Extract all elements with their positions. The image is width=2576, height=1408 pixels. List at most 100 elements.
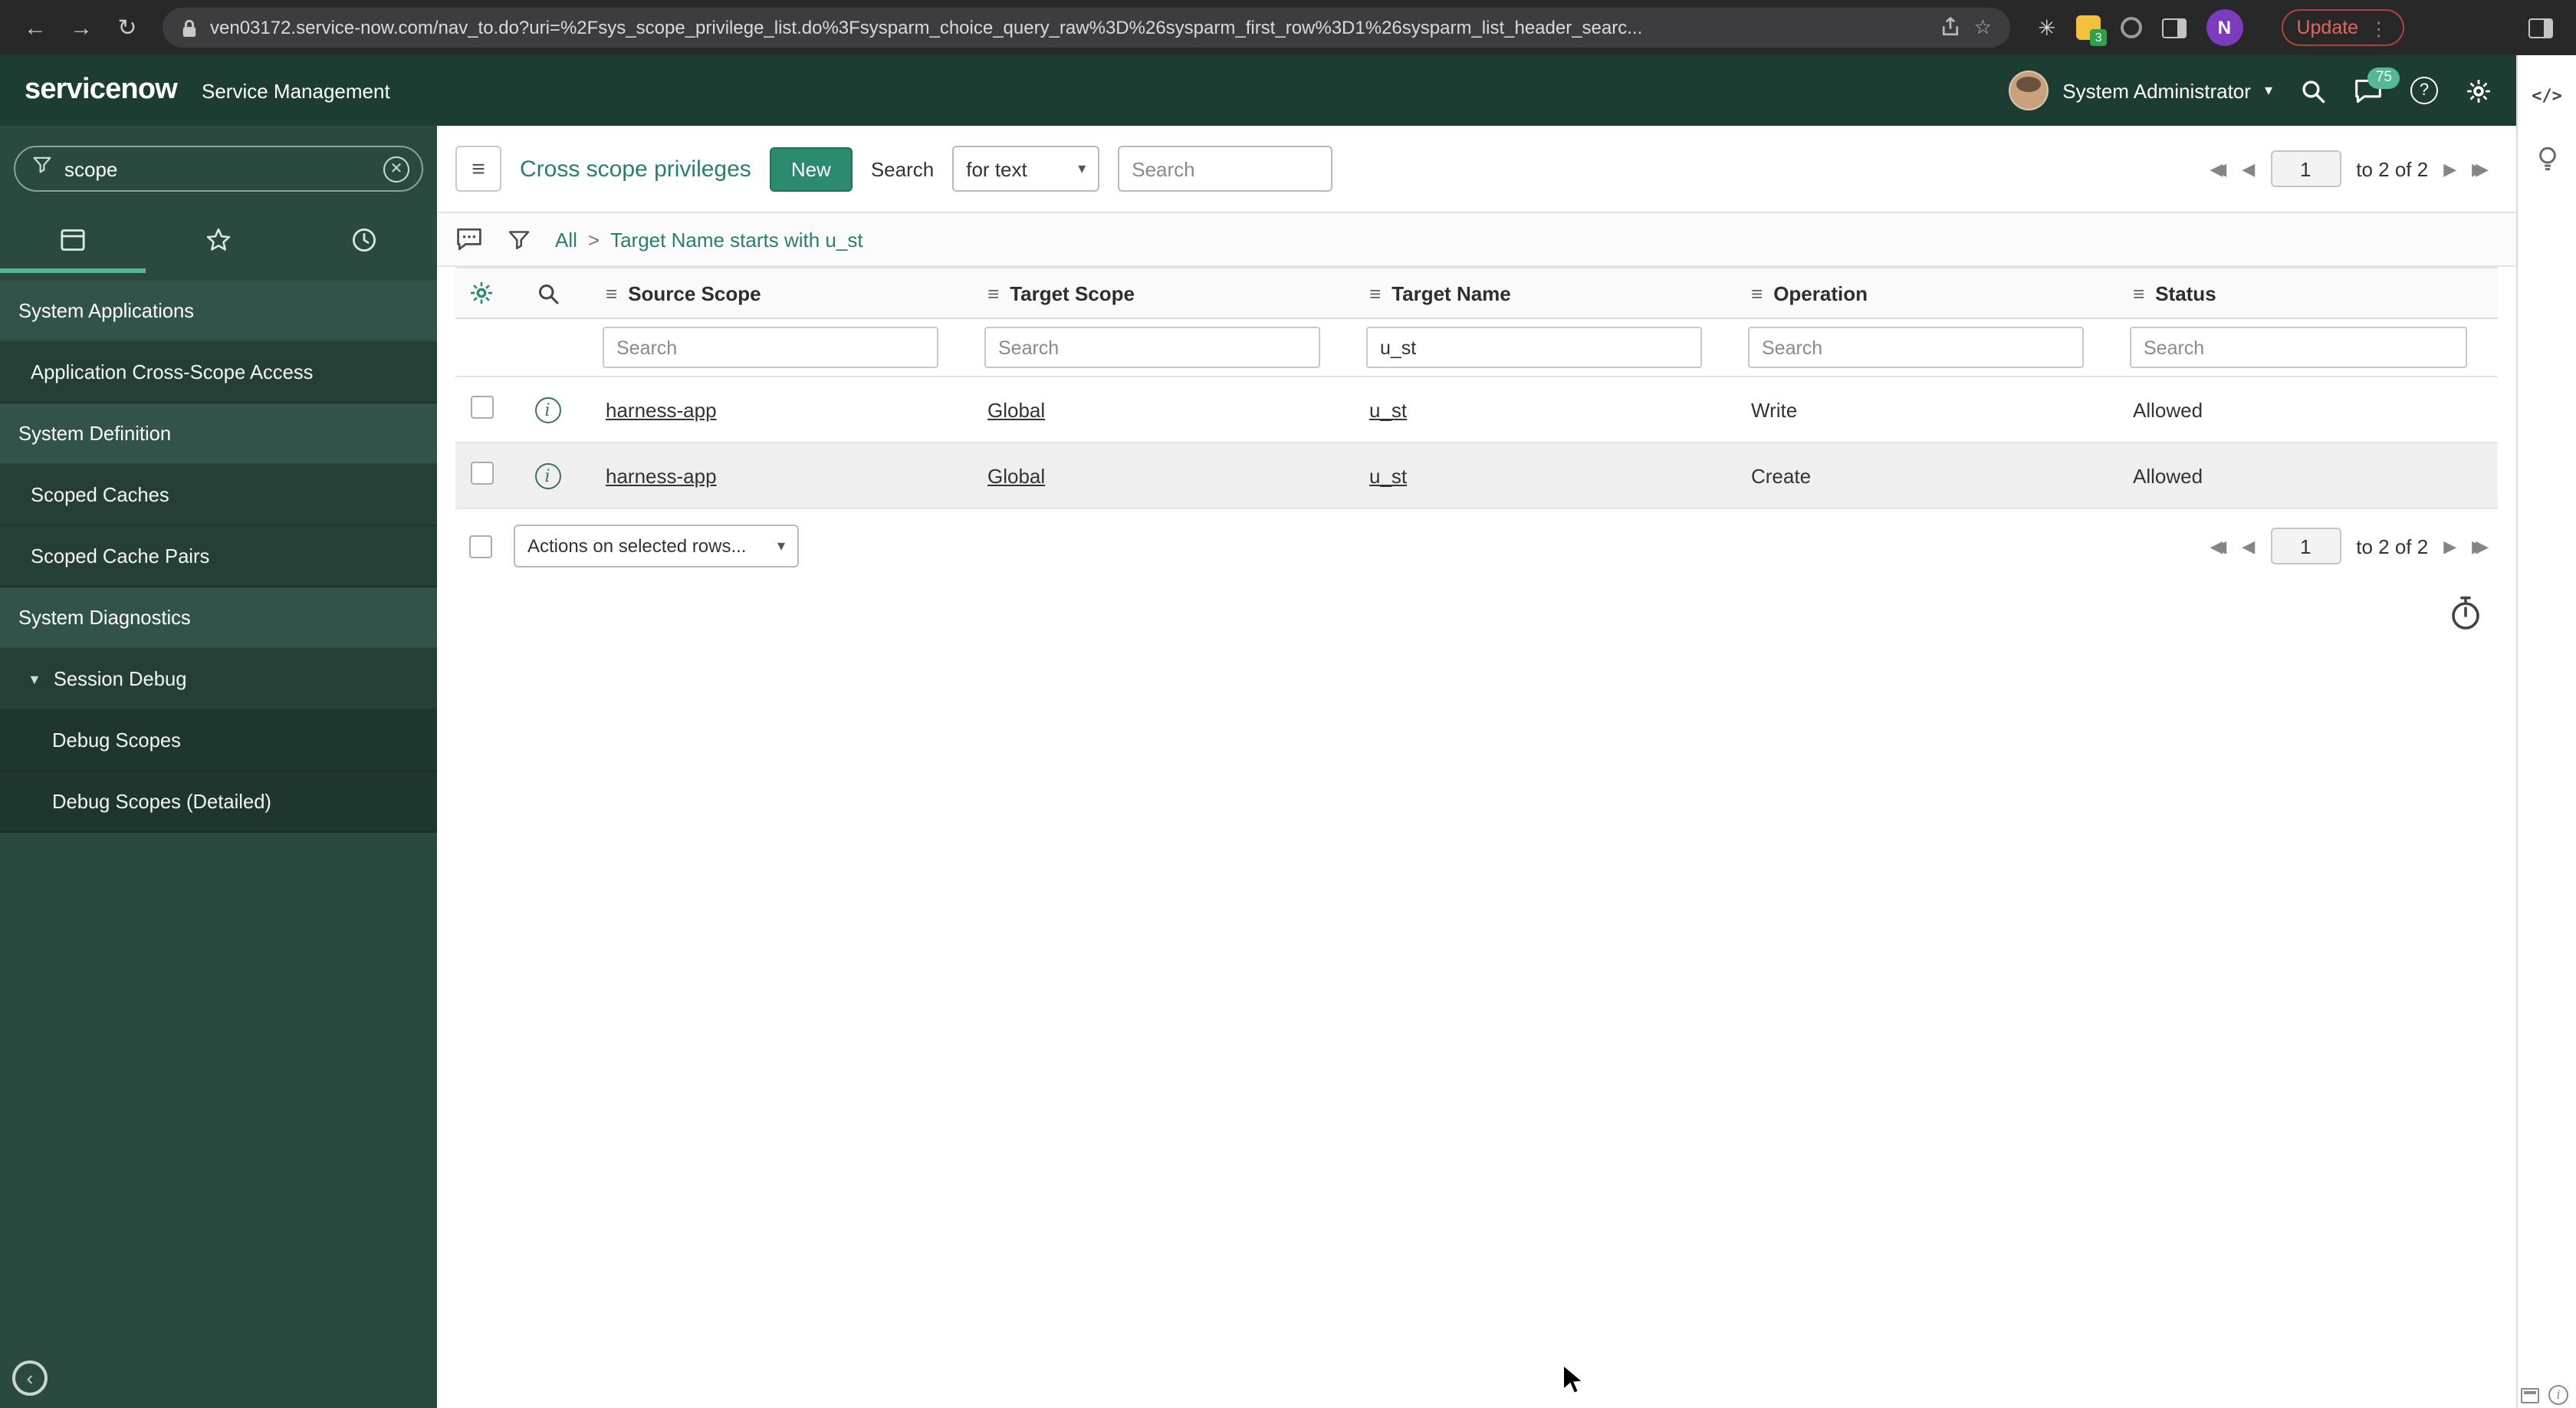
filter-input-target-name[interactable] xyxy=(1366,327,1702,368)
global-search-icon[interactable] xyxy=(2300,77,2326,104)
previous-page-icon[interactable]: ◀ xyxy=(2242,536,2255,556)
status-window-icon[interactable] xyxy=(2521,1387,2539,1403)
clear-filter-icon[interactable]: ✕ xyxy=(383,156,409,182)
column-search-icon[interactable] xyxy=(536,282,559,305)
user-menu[interactable]: System Administrator ▾ xyxy=(2009,71,2272,110)
first-page-icon[interactable]: ◀◀ xyxy=(2210,536,2226,556)
row-checkbox[interactable] xyxy=(470,462,493,485)
column-menu-icon[interactable]: ≡ xyxy=(606,281,617,304)
extensions-area: ✳ 3 N Update ⋮ xyxy=(2038,9,2404,46)
browser-profile-avatar[interactable]: N xyxy=(2206,9,2243,46)
sidebar-item-debug-scopes-detailed[interactable]: Debug Scopes (Detailed) xyxy=(0,771,437,833)
browser-sidebar-toggle-icon[interactable] xyxy=(2521,8,2561,48)
cell-source-scope-link[interactable]: harness-app xyxy=(606,398,717,421)
sidebar-item-session-debug[interactable]: ▼ Session Debug xyxy=(0,649,437,710)
breadcrumb-filter-link[interactable]: Target Name starts with u_st xyxy=(610,228,863,251)
url-text: ven03172.service-now.com/nav_to.do?uri=%… xyxy=(210,17,1643,38)
filter-input-status[interactable] xyxy=(2130,327,2467,368)
first-page-icon[interactable]: ◀◀ xyxy=(2210,159,2226,179)
browser-menu-icon[interactable]: ⋮ xyxy=(2369,16,2388,39)
filter-input-target-scope[interactable] xyxy=(984,327,1320,368)
column-header-operation[interactable]: ≡ Operation xyxy=(1733,268,2114,318)
page-number-input[interactable]: 1 xyxy=(2270,528,2341,564)
next-page-icon[interactable]: ▶ xyxy=(2443,536,2456,556)
extension-icon[interactable] xyxy=(2120,17,2142,38)
sidebar-item-label: Debug Scopes (Detailed) xyxy=(52,790,271,813)
column-header-source-scope[interactable]: ≡ Source Scope xyxy=(587,268,969,318)
conversations-icon[interactable]: 75 xyxy=(2354,67,2400,104)
table-row[interactable]: i harness-app Global u_st Create Allowed xyxy=(455,442,2498,508)
list-search-input[interactable] xyxy=(1118,146,1333,192)
collapse-sidebar-button[interactable]: ‹ xyxy=(12,1360,48,1396)
table-row[interactable]: i harness-app Global u_st Write Allowed xyxy=(455,377,2498,442)
side-panel-icon[interactable] xyxy=(2161,18,2187,38)
cell-target-scope-link[interactable]: Global xyxy=(987,398,1045,421)
breadcrumb-all-link[interactable]: All xyxy=(555,228,577,251)
cell-target-name-link[interactable]: u_st xyxy=(1369,398,1407,421)
sparkle-extension-icon[interactable]: ✳ xyxy=(2038,15,2055,41)
code-icon[interactable]: </> xyxy=(2532,86,2562,106)
sidebar-item-debug-scopes[interactable]: Debug Scopes xyxy=(0,710,437,771)
column-menu-icon[interactable]: ≡ xyxy=(1751,281,1763,304)
personalize-list-gear-icon[interactable] xyxy=(469,281,494,306)
record-preview-icon[interactable]: i xyxy=(534,396,560,423)
help-icon[interactable]: ? xyxy=(2410,77,2438,104)
browser-forward-icon[interactable]: → xyxy=(61,8,101,48)
column-menu-icon[interactable]: ≡ xyxy=(2133,281,2144,304)
filter-funnel-icon xyxy=(32,155,52,183)
sidebar-item-system-applications[interactable]: System Applications xyxy=(0,281,437,342)
tab-history[interactable] xyxy=(291,212,437,273)
bookmark-star-icon[interactable]: ☆ xyxy=(1974,15,1992,40)
cell-operation: Write xyxy=(1751,398,1798,421)
column-header-target-scope[interactable]: ≡ Target Scope xyxy=(969,268,1351,318)
pagination-bottom: ◀◀ ◀ 1 to 2 of 2 ▶ ▶▶ xyxy=(2210,528,2489,564)
settings-gear-icon[interactable] xyxy=(2466,77,2492,104)
cell-target-scope-link[interactable]: Global xyxy=(987,464,1045,487)
browser-back-icon[interactable]: ← xyxy=(15,8,55,48)
lightbulb-icon[interactable] xyxy=(2535,146,2558,178)
column-header-target-name[interactable]: ≡ Target Name xyxy=(1351,268,1733,318)
column-menu-icon[interactable]: ≡ xyxy=(987,281,999,304)
comments-icon[interactable] xyxy=(455,227,483,252)
screen: ← → ↻ ven03172.service-now.com/nav_to.do… xyxy=(0,0,2576,1408)
select-all-checkbox[interactable] xyxy=(469,535,492,558)
sidebar-item-system-diagnostics[interactable]: System Diagnostics xyxy=(0,587,437,649)
navigator-tabs xyxy=(0,212,437,273)
cell-source-scope-link[interactable]: harness-app xyxy=(606,464,717,487)
filter-input-source-scope[interactable] xyxy=(603,327,938,368)
product-title: Service Management xyxy=(202,79,390,102)
previous-page-icon[interactable]: ◀ xyxy=(2242,159,2255,179)
tab-all-applications[interactable] xyxy=(0,212,146,273)
last-page-icon[interactable]: ▶▶ xyxy=(2472,159,2489,179)
tab-favorites[interactable] xyxy=(146,212,291,273)
address-bar[interactable]: ven03172.service-now.com/nav_to.do?uri=%… xyxy=(163,8,2010,48)
expand-arrow-icon[interactable]: ▼ xyxy=(28,671,41,686)
user-avatar xyxy=(2009,71,2049,110)
navigator-filter-input[interactable] xyxy=(64,157,371,180)
last-page-icon[interactable]: ▶▶ xyxy=(2472,536,2489,556)
page-number-input[interactable]: 1 xyxy=(2270,150,2341,187)
sidebar-item-application-cross-scope-access[interactable]: Application Cross-Scope Access xyxy=(0,342,437,403)
sidebar-item-scoped-cache-pairs[interactable]: Scoped Cache Pairs xyxy=(0,526,437,587)
response-time-stopwatch-icon[interactable] xyxy=(2449,595,2482,640)
new-button[interactable]: New xyxy=(769,146,853,191)
list-title[interactable]: Cross scope privileges xyxy=(520,156,751,182)
row-checkbox[interactable] xyxy=(470,396,493,419)
search-type-select[interactable]: for text ▾ xyxy=(952,146,1100,192)
actions-select[interactable]: Actions on selected rows... ▾ xyxy=(514,525,799,567)
update-button[interactable]: Update ⋮ xyxy=(2281,9,2404,46)
sidebar-item-system-definition[interactable]: System Definition xyxy=(0,403,437,465)
cell-target-name-link[interactable]: u_st xyxy=(1369,464,1407,487)
filter-funnel-icon[interactable] xyxy=(508,228,531,251)
column-header-status[interactable]: ≡ Status xyxy=(2114,268,2498,318)
browser-reload-icon[interactable]: ↻ xyxy=(107,8,147,48)
sidebar-item-scoped-caches[interactable]: Scoped Caches xyxy=(0,465,437,526)
list-context-menu-icon[interactable]: ≡ xyxy=(455,146,501,192)
next-page-icon[interactable]: ▶ xyxy=(2443,159,2456,179)
status-info-icon[interactable]: i xyxy=(2548,1385,2568,1405)
yellow-extension-icon[interactable]: 3 xyxy=(2075,15,2107,46)
share-icon[interactable] xyxy=(1940,17,1962,38)
filter-input-operation[interactable] xyxy=(1748,327,2084,368)
record-preview-icon[interactable]: i xyxy=(534,462,560,489)
column-menu-icon[interactable]: ≡ xyxy=(1369,281,1381,304)
